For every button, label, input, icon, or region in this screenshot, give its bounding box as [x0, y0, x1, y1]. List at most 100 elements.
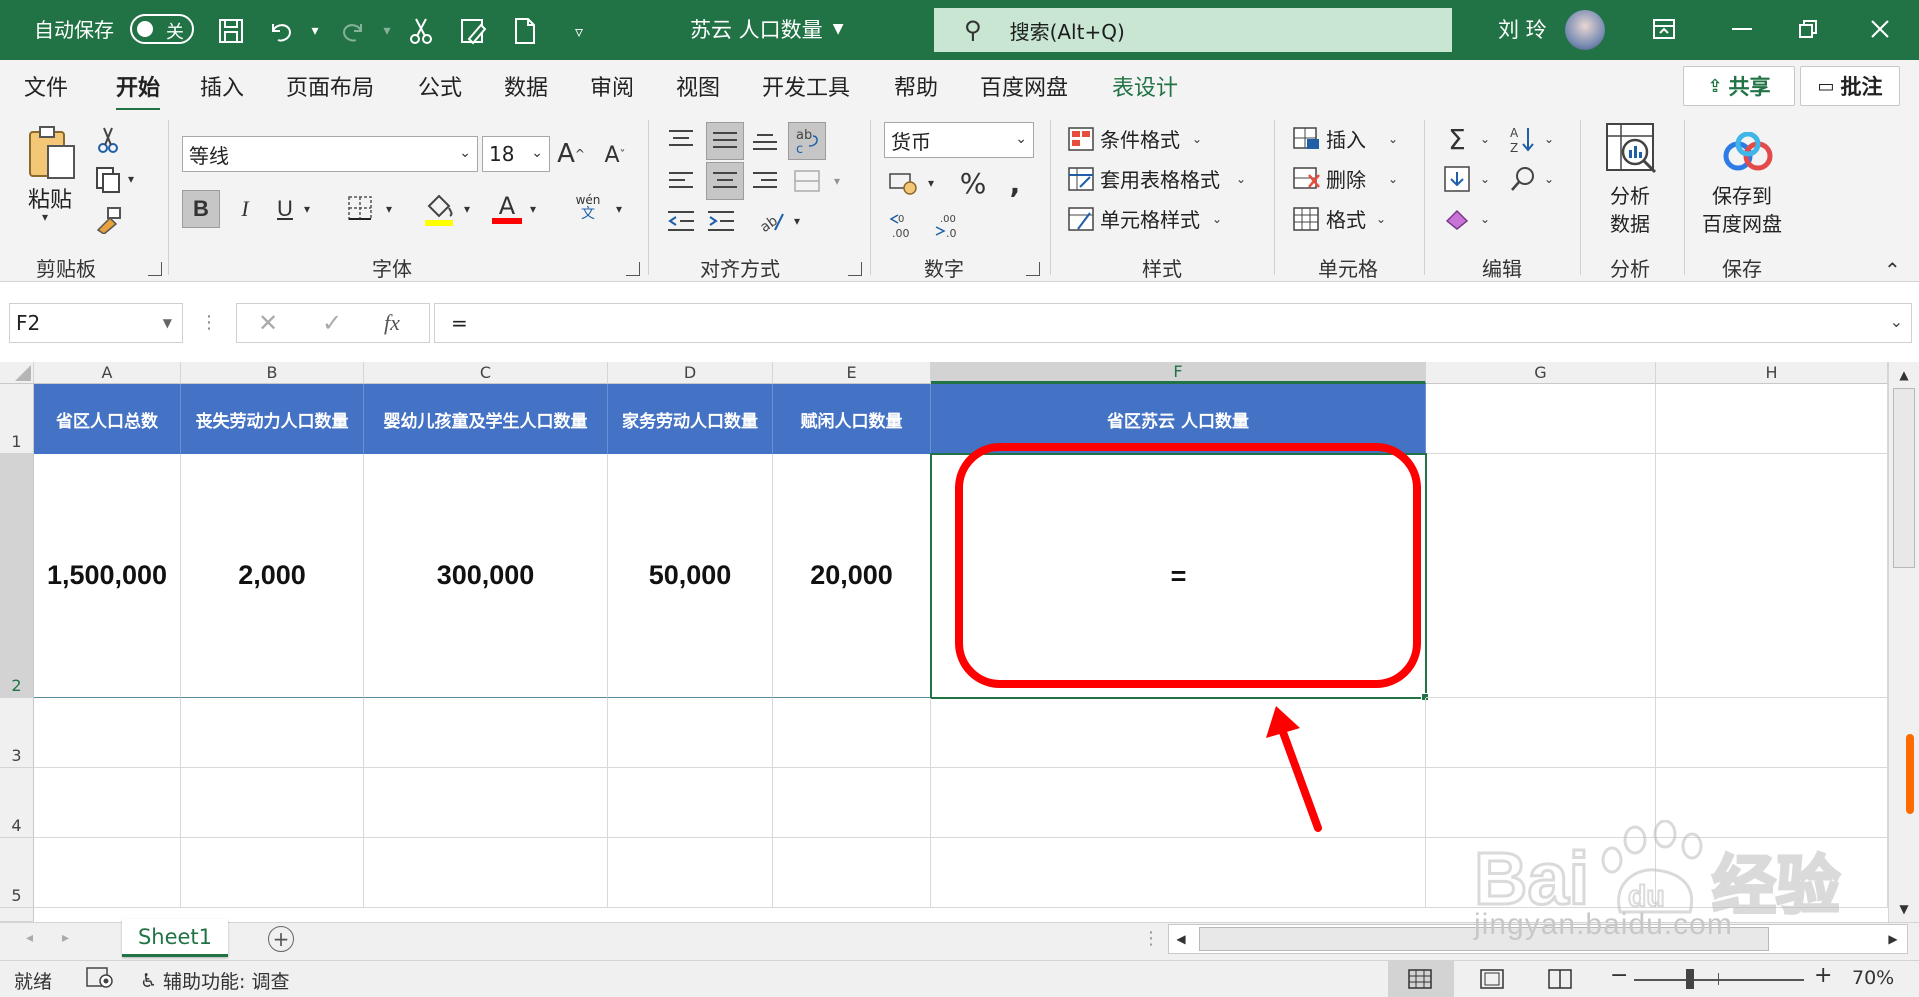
cell-a5[interactable]	[34, 838, 181, 908]
page-break-view-icon[interactable]	[1548, 969, 1574, 991]
paste-icon[interactable]	[24, 124, 80, 180]
row-header-1[interactable]: 1	[0, 384, 34, 454]
copy-icon[interactable]	[92, 164, 124, 196]
cell-g1[interactable]	[1426, 384, 1656, 454]
format-cells-button[interactable]: 格式	[1326, 204, 1366, 233]
cell-f3[interactable]	[931, 698, 1426, 768]
align-top-icon[interactable]	[666, 124, 696, 154]
save-to-baidu-label-2[interactable]: 百度网盘	[1702, 208, 1782, 237]
align-bottom-icon[interactable]	[750, 126, 780, 156]
cell-b4[interactable]	[181, 768, 364, 838]
tab-page-layout[interactable]: 页面布局	[286, 70, 374, 102]
cell-c3[interactable]	[364, 698, 608, 768]
comment-button[interactable]: ▭ 批注	[1800, 66, 1900, 106]
cell-b2[interactable]: 2,000	[181, 454, 364, 698]
fill-color-dropdown-icon[interactable]: ▾	[464, 202, 470, 216]
undo-icon[interactable]	[264, 14, 298, 48]
tab-table-design[interactable]: 表设计	[1112, 70, 1178, 102]
merge-dropdown-icon[interactable]: ▾	[834, 174, 840, 188]
chevron-down-icon[interactable]: ⌄	[1236, 172, 1246, 186]
formula-input[interactable]: = ⌄	[434, 303, 1912, 343]
increase-indent-icon[interactable]	[706, 206, 736, 236]
format-painter-qat-icon[interactable]	[456, 14, 490, 48]
search-input[interactable]: ⚲ 搜索(Alt+Q)	[934, 8, 1452, 52]
copy-dropdown-icon[interactable]: ▾	[128, 172, 134, 186]
row-header-4[interactable]: 4	[0, 768, 34, 838]
find-select-icon[interactable]	[1506, 162, 1540, 196]
font-launcher-icon[interactable]	[626, 262, 640, 276]
clear-icon[interactable]	[1440, 202, 1474, 236]
save-to-baidu-label-1[interactable]: 保存到	[1712, 180, 1772, 209]
accounting-format-icon[interactable]	[886, 166, 920, 200]
tab-file[interactable]: 文件	[24, 70, 68, 102]
tab-data[interactable]: 数据	[504, 70, 548, 102]
new-file-icon[interactable]	[508, 14, 542, 48]
autosum-icon[interactable]: Σ	[1440, 122, 1474, 156]
cell-b1[interactable]: 丧失劳动力人口数量	[181, 384, 364, 454]
cancel-icon[interactable]: ✕	[253, 308, 283, 338]
cell-b5[interactable]	[181, 838, 364, 908]
increase-font-icon[interactable]: A ^	[556, 138, 586, 170]
borders-icon[interactable]	[344, 192, 376, 224]
font-size-select[interactable]: 18 ⌄	[482, 136, 550, 172]
tab-review[interactable]: 审阅	[590, 70, 634, 102]
cell-h1[interactable]	[1656, 384, 1888, 454]
font-color-dropdown-icon[interactable]: ▾	[530, 202, 536, 216]
align-right-icon[interactable]	[750, 166, 780, 196]
tab-formulas[interactable]: 公式	[418, 70, 462, 102]
number-format-select[interactable]: 货币 ⌄	[884, 122, 1034, 158]
save-icon[interactable]	[214, 14, 248, 48]
cell-styles-icon[interactable]	[1066, 204, 1096, 234]
font-color-icon[interactable]: A	[490, 190, 524, 228]
enter-icon[interactable]: ✓	[317, 308, 347, 338]
increase-decimal-icon[interactable]: 0.00	[886, 208, 920, 242]
document-title[interactable]: 苏云 人口数量 ▼	[690, 14, 843, 44]
restore-icon[interactable]	[1788, 12, 1828, 46]
number-launcher-icon[interactable]	[1026, 262, 1040, 276]
cell-c4[interactable]	[364, 768, 608, 838]
decrease-decimal-icon[interactable]: .00.0	[930, 208, 964, 242]
sheet-tab-sheet1[interactable]: Sheet1	[122, 919, 228, 957]
cell-d2[interactable]: 50,000	[608, 454, 773, 698]
accessibility-status[interactable]: ♿ 辅助功能: 调查	[140, 967, 290, 994]
italic-button[interactable]: I	[230, 190, 260, 228]
cell-e3[interactable]	[773, 698, 931, 768]
cell-d3[interactable]	[608, 698, 773, 768]
ribbon-display-icon[interactable]	[1644, 12, 1684, 46]
row-header-2[interactable]: 2	[0, 454, 34, 698]
insert-cells-icon[interactable]	[1292, 124, 1322, 154]
table-format-icon[interactable]	[1066, 164, 1096, 194]
fill-color-icon[interactable]	[422, 190, 456, 228]
clear-dropdown-icon[interactable]: ⌄	[1480, 212, 1490, 226]
cell-g2[interactable]	[1426, 454, 1656, 698]
phonetic-icon[interactable]: wén 文	[572, 190, 604, 226]
delete-cells-button[interactable]: 删除	[1326, 164, 1366, 193]
bold-button[interactable]: B	[182, 190, 220, 228]
share-button[interactable]: ⇪ 共享	[1683, 66, 1795, 106]
cell-c5[interactable]	[364, 838, 608, 908]
chevron-down-icon[interactable]: ⌄	[1388, 132, 1398, 146]
conditional-format-icon[interactable]	[1066, 124, 1096, 154]
baidu-netdisk-icon[interactable]	[1720, 130, 1776, 174]
cut-ribbon-icon[interactable]	[92, 124, 124, 156]
alignment-launcher-icon[interactable]	[848, 262, 862, 276]
autosum-dropdown-icon[interactable]: ⌄	[1480, 132, 1490, 146]
avatar[interactable]	[1565, 10, 1605, 50]
next-sheet-icon[interactable]: ▸	[62, 930, 69, 946]
cell-h2[interactable]	[1656, 454, 1888, 698]
name-box[interactable]: F2 ▼	[9, 303, 183, 343]
column-header-h[interactable]: H	[1656, 362, 1888, 384]
tab-developer[interactable]: 开发工具	[762, 70, 850, 102]
cell-a3[interactable]	[34, 698, 181, 768]
cut-icon[interactable]	[404, 14, 438, 48]
vertical-scroll-thumb[interactable]	[1893, 388, 1915, 568]
cell-e4[interactable]	[773, 768, 931, 838]
zoom-level[interactable]: 70%	[1852, 967, 1894, 989]
tab-help[interactable]: 帮助	[894, 70, 938, 102]
cell-c2[interactable]: 300,000	[364, 454, 608, 698]
minimize-icon[interactable]	[1722, 12, 1762, 46]
customize-qat-icon[interactable]: ▿	[562, 14, 596, 48]
chevron-down-icon[interactable]: ⌄	[1388, 172, 1398, 186]
phonetic-dropdown-icon[interactable]: ▾	[616, 202, 622, 216]
clipboard-launcher-icon[interactable]	[148, 262, 162, 276]
